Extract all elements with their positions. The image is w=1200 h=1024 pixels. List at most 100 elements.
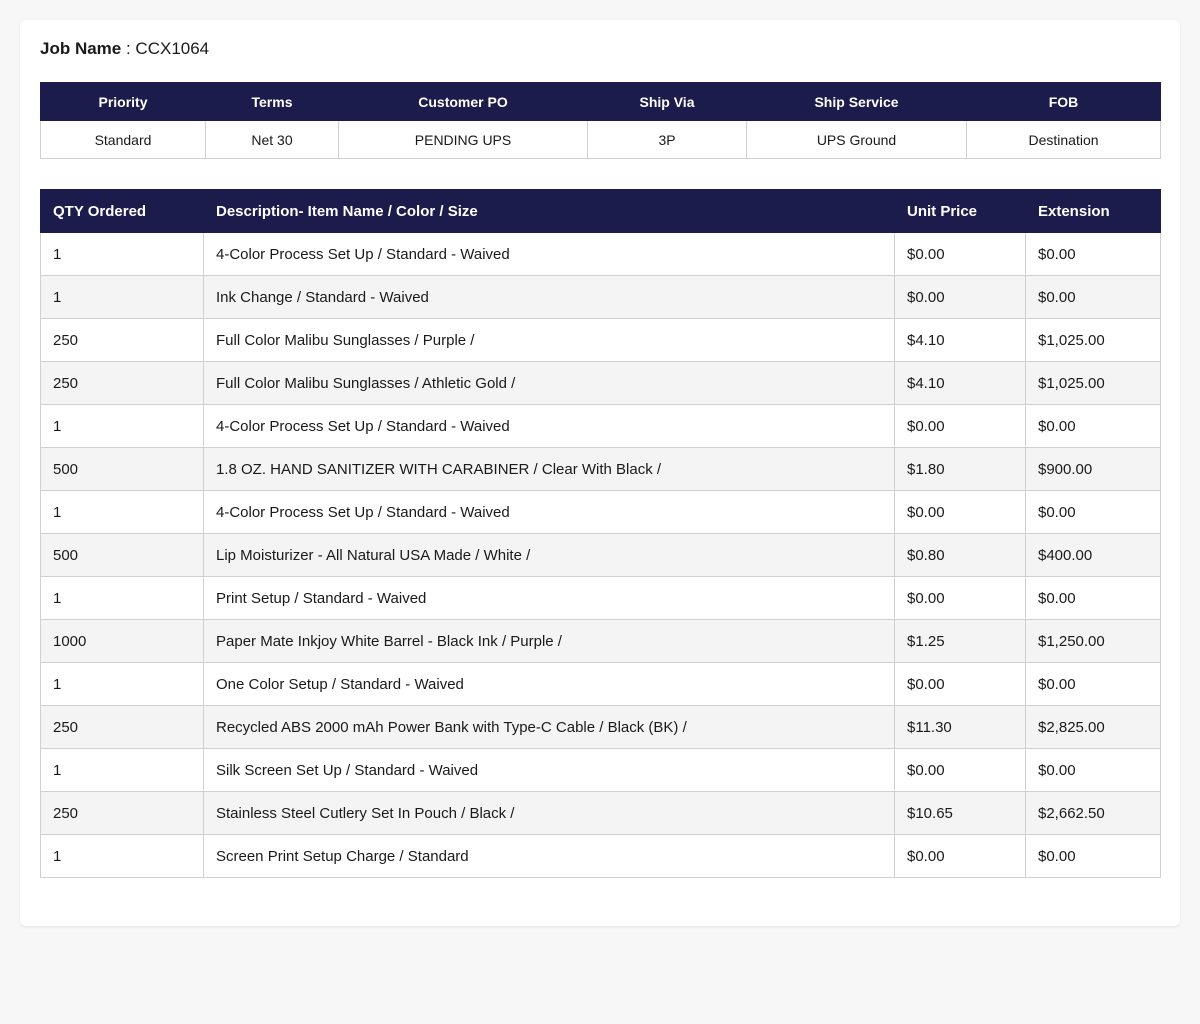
- item-qty: 250: [40, 318, 204, 362]
- job-name-line: Job Name : CCX1064: [40, 38, 1160, 60]
- item-unit-price: $0.00: [894, 275, 1026, 319]
- item-description: 4-Color Process Set Up / Standard - Waiv…: [203, 232, 895, 276]
- item-unit-price: $11.30: [894, 705, 1026, 749]
- item-extension: $1,025.00: [1025, 361, 1161, 405]
- table-row: 250 Stainless Steel Cutlery Set In Pouch…: [40, 791, 1161, 835]
- item-description: 1.8 OZ. HAND SANITIZER WITH CARABINER / …: [203, 447, 895, 491]
- line-items-table: QTY Ordered Description- Item Name / Col…: [40, 189, 1161, 878]
- items-header-unit-price: Unit Price: [894, 189, 1026, 233]
- item-description: Print Setup / Standard - Waived: [203, 576, 895, 620]
- meta-value-terms: Net 30: [205, 120, 339, 159]
- meta-value-priority: Standard: [40, 120, 206, 159]
- item-qty: 1: [40, 490, 204, 534]
- meta-header-customer-po: Customer PO: [338, 82, 588, 121]
- meta-header-priority: Priority: [40, 82, 206, 121]
- item-extension: $2,825.00: [1025, 705, 1161, 749]
- item-extension: $400.00: [1025, 533, 1161, 577]
- item-description: 4-Color Process Set Up / Standard - Waiv…: [203, 404, 895, 448]
- item-description: Full Color Malibu Sunglasses / Purple /: [203, 318, 895, 362]
- item-qty: 500: [40, 447, 204, 491]
- item-qty: 250: [40, 705, 204, 749]
- order-card: Job Name : CCX1064 Priority Terms Custom…: [20, 20, 1180, 926]
- item-qty: 500: [40, 533, 204, 577]
- meta-value-fob: Destination: [966, 120, 1161, 159]
- meta-header-row: Priority Terms Customer PO Ship Via Ship…: [40, 82, 1161, 121]
- item-unit-price: $0.00: [894, 576, 1026, 620]
- items-header-extension: Extension: [1025, 189, 1161, 233]
- item-extension: $0.00: [1025, 576, 1161, 620]
- table-row: 250 Recycled ABS 2000 mAh Power Bank wit…: [40, 705, 1161, 749]
- item-extension: $0.00: [1025, 404, 1161, 448]
- item-qty: 250: [40, 361, 204, 405]
- item-extension: $900.00: [1025, 447, 1161, 491]
- table-row: 500 Lip Moisturizer - All Natural USA Ma…: [40, 533, 1161, 577]
- item-qty: 1: [40, 275, 204, 319]
- item-qty: 1: [40, 834, 204, 878]
- item-description: Ink Change / Standard - Waived: [203, 275, 895, 319]
- table-row: 1 Ink Change / Standard - Waived $0.00 $…: [40, 275, 1161, 319]
- job-name-value: CCX1064: [135, 39, 210, 58]
- table-row: 1 Screen Print Setup Charge / Standard $…: [40, 834, 1161, 878]
- items-header-qty: QTY Ordered: [40, 189, 204, 233]
- item-unit-price: $10.65: [894, 791, 1026, 835]
- meta-value-customer-po: PENDING UPS: [338, 120, 588, 159]
- item-unit-price: $0.00: [894, 490, 1026, 534]
- item-unit-price: $0.00: [894, 748, 1026, 792]
- item-unit-price: $0.00: [894, 404, 1026, 448]
- meta-value-ship-service: UPS Ground: [746, 120, 967, 159]
- meta-header-terms: Terms: [205, 82, 339, 121]
- item-qty: 1: [40, 748, 204, 792]
- item-extension: $0.00: [1025, 490, 1161, 534]
- item-unit-price: $0.00: [894, 662, 1026, 706]
- item-unit-price: $0.00: [894, 232, 1026, 276]
- item-qty: 1000: [40, 619, 204, 663]
- table-row: 1 4-Color Process Set Up / Standard - Wa…: [40, 232, 1161, 276]
- item-unit-price: $0.00: [894, 834, 1026, 878]
- item-unit-price: $1.25: [894, 619, 1026, 663]
- item-qty: 1: [40, 576, 204, 620]
- item-description: Lip Moisturizer - All Natural USA Made /…: [203, 533, 895, 577]
- item-unit-price: $1.80: [894, 447, 1026, 491]
- item-description: Full Color Malibu Sunglasses / Athletic …: [203, 361, 895, 405]
- item-qty: 1: [40, 404, 204, 448]
- table-row: 1000 Paper Mate Inkjoy White Barrel - Bl…: [40, 619, 1161, 663]
- item-description: 4-Color Process Set Up / Standard - Waiv…: [203, 490, 895, 534]
- table-row: 1 Silk Screen Set Up / Standard - Waived…: [40, 748, 1161, 792]
- meta-value-ship-via: 3P: [587, 120, 747, 159]
- meta-value-row: Standard Net 30 PENDING UPS 3P UPS Groun…: [40, 120, 1161, 159]
- table-row: 250 Full Color Malibu Sunglasses / Purpl…: [40, 318, 1161, 362]
- meta-header-ship-service: Ship Service: [746, 82, 967, 121]
- item-extension: $1,025.00: [1025, 318, 1161, 362]
- item-unit-price: $4.10: [894, 361, 1026, 405]
- item-description: One Color Setup / Standard - Waived: [203, 662, 895, 706]
- item-description: Paper Mate Inkjoy White Barrel - Black I…: [203, 619, 895, 663]
- meta-header-ship-via: Ship Via: [587, 82, 747, 121]
- table-row: 1 4-Color Process Set Up / Standard - Wa…: [40, 404, 1161, 448]
- table-row: 1 Print Setup / Standard - Waived $0.00 …: [40, 576, 1161, 620]
- item-extension: $0.00: [1025, 748, 1161, 792]
- item-qty: 1: [40, 662, 204, 706]
- item-unit-price: $4.10: [894, 318, 1026, 362]
- item-description: Screen Print Setup Charge / Standard: [203, 834, 895, 878]
- item-extension: $0.00: [1025, 662, 1161, 706]
- items-header-description: Description- Item Name / Color / Size: [203, 189, 895, 233]
- item-extension: $0.00: [1025, 275, 1161, 319]
- items-header-row: QTY Ordered Description- Item Name / Col…: [40, 189, 1161, 233]
- item-unit-price: $0.80: [894, 533, 1026, 577]
- meta-header-fob: FOB: [966, 82, 1161, 121]
- item-extension: $2,662.50: [1025, 791, 1161, 835]
- item-qty: 1: [40, 232, 204, 276]
- job-name-separator: :: [121, 39, 136, 58]
- item-description: Silk Screen Set Up / Standard - Waived: [203, 748, 895, 792]
- order-meta-table: Priority Terms Customer PO Ship Via Ship…: [40, 82, 1161, 159]
- item-extension: $0.00: [1025, 232, 1161, 276]
- item-extension: $1,250.00: [1025, 619, 1161, 663]
- job-name-label: Job Name: [40, 39, 122, 58]
- item-extension: $0.00: [1025, 834, 1161, 878]
- item-description: Recycled ABS 2000 mAh Power Bank with Ty…: [203, 705, 895, 749]
- table-row: 250 Full Color Malibu Sunglasses / Athle…: [40, 361, 1161, 405]
- table-row: 1 4-Color Process Set Up / Standard - Wa…: [40, 490, 1161, 534]
- table-row: 500 1.8 OZ. HAND SANITIZER WITH CARABINE…: [40, 447, 1161, 491]
- item-description: Stainless Steel Cutlery Set In Pouch / B…: [203, 791, 895, 835]
- table-row: 1 One Color Setup / Standard - Waived $0…: [40, 662, 1161, 706]
